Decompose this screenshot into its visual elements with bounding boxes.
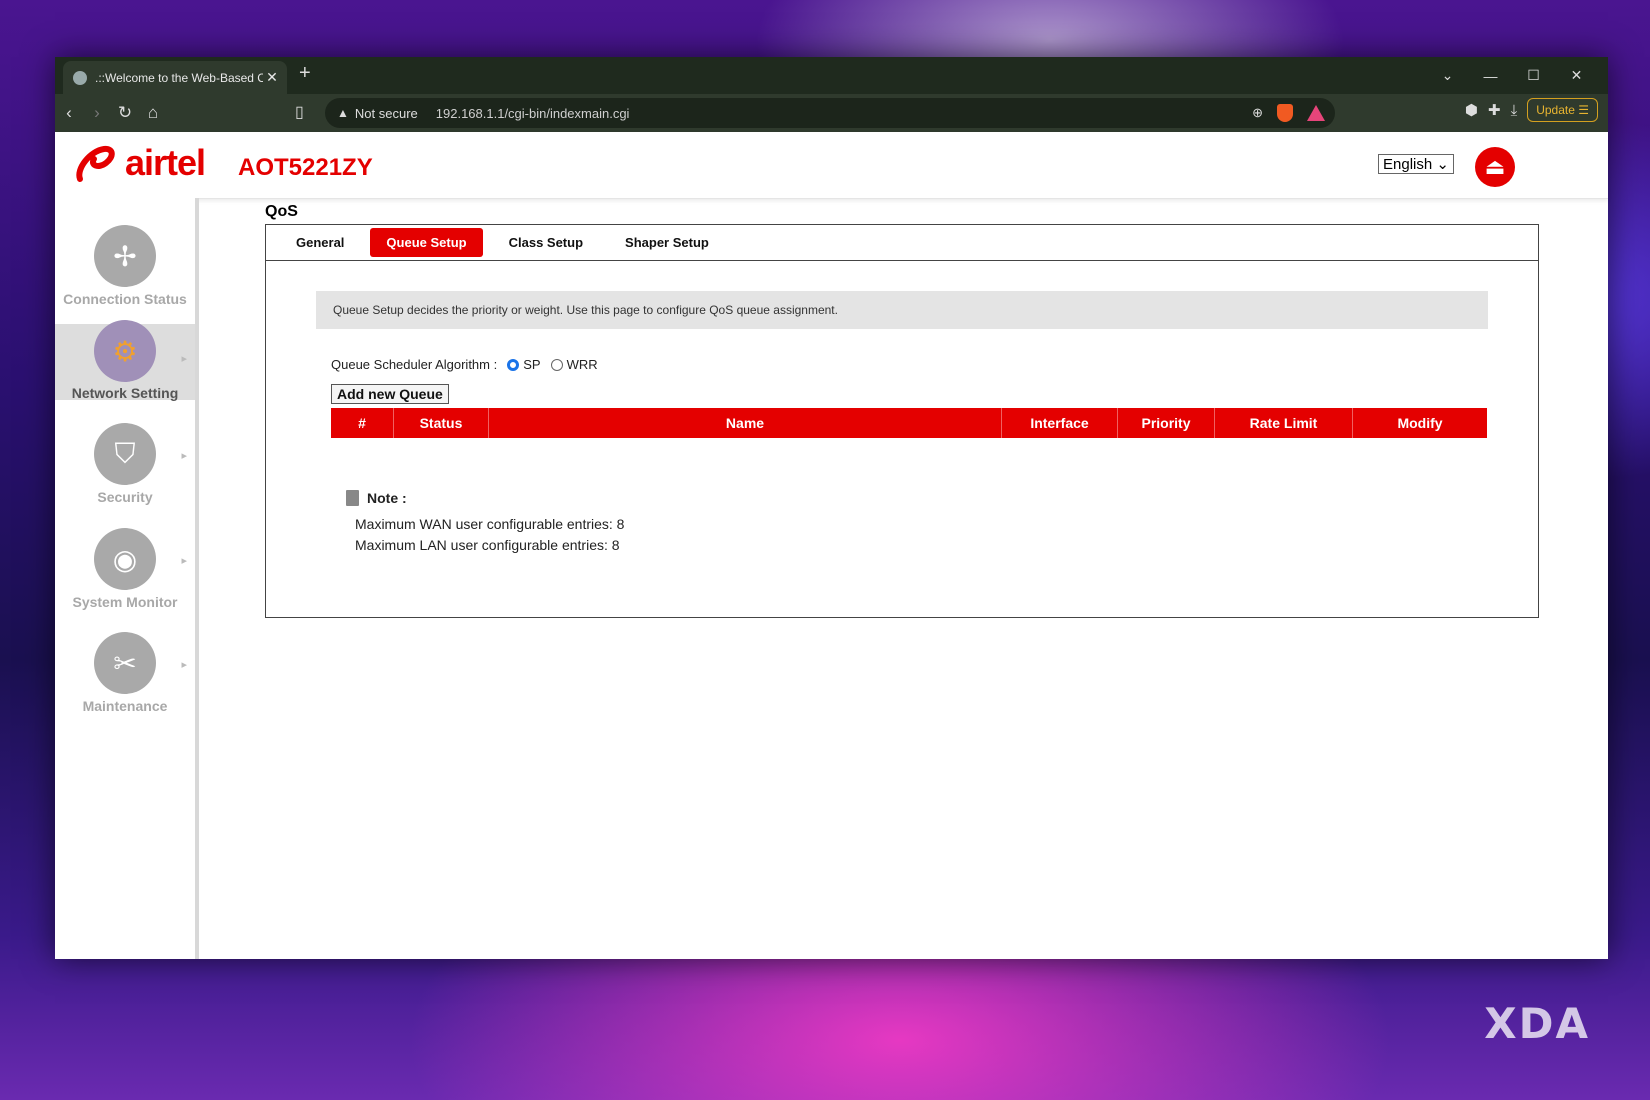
- tab-search-icon[interactable]: ⌄: [1426, 67, 1469, 84]
- zoom-icon[interactable]: ⊕: [1252, 105, 1263, 121]
- radio-sp-label: SP: [523, 357, 541, 372]
- sidebar: ✢ Connection Status ⚙ Network Setting ▸ …: [55, 198, 199, 959]
- sidebar-item-network-setting[interactable]: ⚙ Network Setting ▸: [55, 320, 195, 401]
- chevron-down-icon: ⌄: [1436, 156, 1449, 173]
- qos-tabs: General Queue Setup Class Setup Shaper S…: [266, 225, 1538, 261]
- update-button[interactable]: Update ☰: [1527, 98, 1598, 122]
- chevron-right-icon: ▸: [181, 353, 187, 365]
- col-number: #: [331, 408, 394, 438]
- xda-watermark: XDA: [1484, 999, 1590, 1048]
- logout-button[interactable]: ⏏: [1475, 147, 1515, 187]
- radio-wrr[interactable]: [550, 358, 563, 371]
- logout-icon: ⏏: [1484, 154, 1506, 179]
- radio-sp[interactable]: [507, 358, 520, 371]
- gears-icon: ⚙: [94, 320, 156, 382]
- note-line-lan: Maximum LAN user configurable entries: 8: [355, 537, 620, 553]
- sidebar-item-connection-status[interactable]: ✢ Connection Status: [55, 225, 195, 325]
- note-heading: Note :: [346, 490, 624, 506]
- home-icon[interactable]: ⌂: [139, 103, 167, 123]
- algorithm-label: Queue Scheduler Algorithm :: [331, 357, 498, 372]
- sidebar-item-security[interactable]: ⛉ Security ▸: [55, 423, 195, 513]
- note-title: Note :: [367, 490, 407, 506]
- vpn-icon[interactable]: ⬢: [1465, 101, 1478, 119]
- update-label: Update: [1536, 103, 1575, 117]
- tab-general[interactable]: General: [280, 228, 360, 257]
- new-tab-button[interactable]: +: [299, 62, 311, 85]
- globe-icon: [73, 70, 87, 85]
- tab-class-setup[interactable]: Class Setup: [493, 228, 599, 257]
- col-modify: Modify: [1397, 415, 1443, 431]
- monitor-icon: ◉: [94, 528, 156, 590]
- url-text[interactable]: 192.168.1.1/cgi-bin/indexmain.cgi: [436, 106, 630, 121]
- address-bar-actions: ⊕: [1252, 104, 1325, 122]
- chevron-right-icon: ▸: [181, 450, 187, 462]
- add-new-queue-button[interactable]: Add new Queue: [331, 384, 449, 404]
- queue-table-header: # Status Name Interface Priority Rate Li…: [331, 408, 1487, 438]
- bookmark-icon[interactable]: ▯: [295, 102, 304, 122]
- maximize-icon[interactable]: ☐: [1512, 67, 1555, 84]
- model-name: AOT5221ZY: [238, 154, 373, 181]
- main-content: QoS General Queue Setup Class Setup Shap…: [265, 198, 1545, 618]
- forward-icon[interactable]: ›: [83, 103, 111, 123]
- page-header: airtel AOT5221ZY English ⌄ ⏏: [55, 132, 1608, 199]
- sidebar-item-label: Network Setting: [71, 385, 179, 401]
- close-window-icon[interactable]: ✕: [1555, 67, 1598, 84]
- security-status[interactable]: Not secure: [355, 106, 418, 121]
- document-icon: [346, 490, 359, 506]
- col-interface: Interface: [1002, 408, 1118, 438]
- tab-queue-setup[interactable]: Queue Setup: [370, 228, 483, 257]
- extensions-icon[interactable]: ✚: [1488, 101, 1501, 119]
- radio-wrr-label: WRR: [566, 357, 598, 372]
- brave-rewards-icon[interactable]: [1307, 105, 1325, 121]
- language-value: English: [1383, 155, 1433, 173]
- warning-icon[interactable]: ▲: [337, 106, 349, 120]
- col-status: Status: [394, 408, 489, 438]
- browser-toolbar: ‹ › ↻ ⌂ ▯ ▲ Not secure 192.168.1.1/cgi-b…: [55, 94, 1608, 132]
- window-controls: ⌄ — ☐ ✕: [1426, 57, 1598, 94]
- col-name: Name: [489, 408, 1002, 438]
- tab-bar: .::Welcome to the Web-Based Co ✕ + ⌄ — ☐…: [55, 57, 1608, 94]
- col-priority: Priority: [1118, 408, 1215, 438]
- qos-panel: General Queue Setup Class Setup Shaper S…: [265, 224, 1539, 618]
- download-icon[interactable]: ⤓: [1511, 102, 1518, 119]
- chevron-right-icon: ▸: [181, 555, 187, 567]
- note-line-wan: Maximum WAN user configurable entries: 8: [355, 516, 625, 532]
- reload-icon[interactable]: ↻: [111, 103, 139, 123]
- language-select[interactable]: English ⌄: [1378, 154, 1454, 174]
- browser-tab[interactable]: .::Welcome to the Web-Based Co ✕: [63, 61, 287, 94]
- note-section: Note : Maximum WAN user configurable ent…: [346, 490, 624, 556]
- scheduler-algorithm: Queue Scheduler Algorithm : SP WRR: [331, 357, 598, 372]
- shield-icon: ⛉: [94, 423, 156, 485]
- tab-close-icon[interactable]: ✕: [263, 69, 281, 86]
- minimize-icon[interactable]: —: [1469, 68, 1512, 84]
- description-banner: Queue Setup decides the priority or weig…: [316, 291, 1488, 329]
- wrench-icon: ✂: [94, 632, 156, 694]
- note-lines: Maximum WAN user configurable entries: 8…: [355, 514, 624, 556]
- brave-shields-icon[interactable]: [1277, 104, 1293, 122]
- airtel-logo-icon: [76, 145, 115, 182]
- sidebar-item-label: System Monitor: [72, 594, 178, 610]
- address-bar[interactable]: ▲ Not secure 192.168.1.1/cgi-bin/indexma…: [325, 98, 1335, 128]
- col-rate-limit: Rate Limit: [1215, 408, 1353, 438]
- brand-logo: airtel: [125, 142, 206, 183]
- page-title: QoS: [265, 203, 298, 220]
- chevron-right-icon: ▸: [181, 659, 187, 671]
- sidebar-item-label: Security: [97, 489, 153, 505]
- toolbar-right: ⬢ ✚ ⤓ Update ☰: [1465, 98, 1598, 122]
- back-icon[interactable]: ‹: [55, 103, 83, 123]
- tab-shaper-setup[interactable]: Shaper Setup: [609, 228, 725, 257]
- browser-window: .::Welcome to the Web-Based Co ✕ + ⌄ — ☐…: [55, 57, 1608, 959]
- sidebar-item-maintenance[interactable]: ✂ Maintenance ▸: [55, 632, 195, 722]
- sidebar-item-label: Connection Status: [63, 291, 187, 307]
- sidebar-item-label: Maintenance: [82, 698, 168, 714]
- sidebar-item-system-monitor[interactable]: ◉ System Monitor ▸: [55, 528, 195, 618]
- tab-title: .::Welcome to the Web-Based Co: [95, 70, 263, 85]
- globe-icon: ✢: [94, 225, 156, 287]
